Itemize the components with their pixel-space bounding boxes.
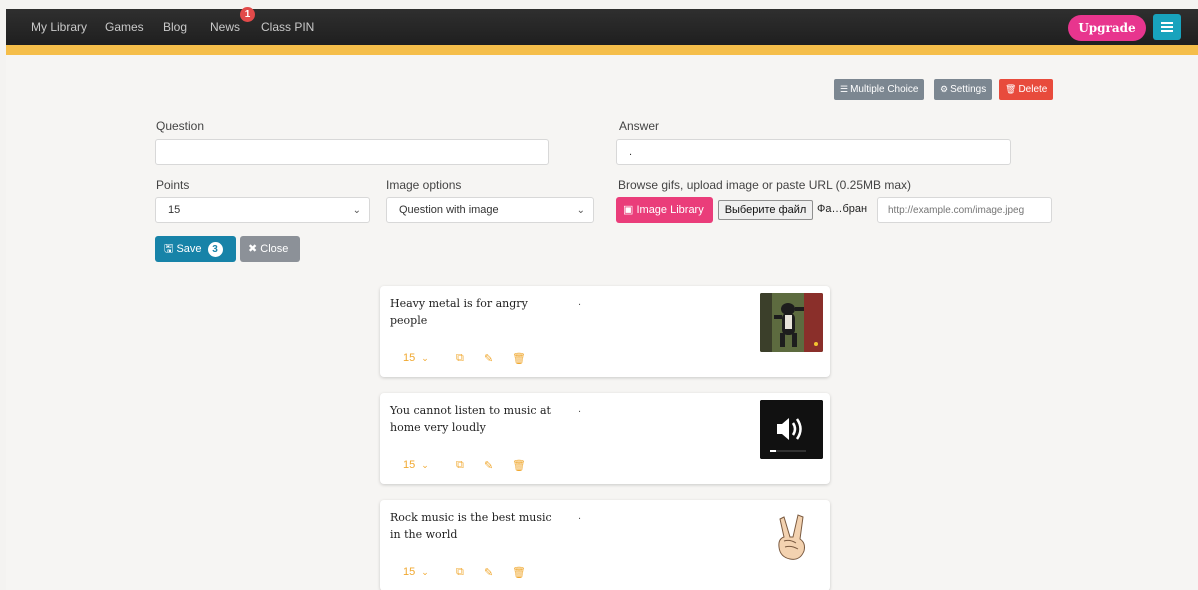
card-thumbnail-cartoon-cat (760, 293, 823, 352)
speaker-volume-icon (760, 400, 823, 459)
duplicate-icon[interactable]: ⧉ (456, 566, 464, 579)
card-answer-text: . (578, 403, 582, 415)
close-icon: ✖ (248, 243, 258, 255)
list-icon: ☰ (840, 84, 849, 94)
cartoon-cat-image (760, 293, 823, 352)
image-options-selected-value: Question with image (399, 204, 499, 216)
nav-news[interactable]: News (210, 20, 240, 34)
delete-button[interactable]: 🗑 Delete (999, 79, 1054, 100)
chevron-down-icon: ⌄ (421, 353, 429, 363)
settings-button[interactable]: ⚙ Settings (934, 79, 993, 100)
page: My Library Games Blog News 1 Class PIN U… (6, 7, 1198, 590)
news-notification-badge: 1 (240, 7, 255, 22)
trash-icon[interactable]: 🗑 (512, 352, 526, 365)
nav-blog[interactable]: Blog (163, 20, 187, 34)
trash-icon[interactable]: 🗑 (512, 459, 526, 472)
nav-my-library[interactable]: My Library (31, 20, 87, 34)
duplicate-icon[interactable]: ⧉ (456, 352, 464, 365)
card-points-dropdown[interactable]: 15 ⌄ (403, 352, 429, 364)
points-select[interactable]: 15 ⌄ (155, 197, 370, 223)
save-count-badge: 3 (207, 242, 223, 257)
card-points-dropdown[interactable]: 15 ⌄ (403, 459, 429, 471)
card-answer-text: . (578, 510, 582, 522)
card-thumbnail-rock-hand (760, 507, 823, 566)
card-question-text: You cannot listen to music at home very … (390, 404, 551, 434)
points-label: Points (156, 178, 190, 192)
menu-icon (1161, 22, 1173, 24)
edit-pencil-icon[interactable]: ✎ (484, 566, 493, 579)
gear-icon: ⚙ (940, 84, 949, 94)
trash-icon: 🗑 (1005, 84, 1017, 94)
image-icon: ▣ (623, 204, 634, 216)
card-points-dropdown[interactable]: 15 ⌄ (403, 566, 429, 578)
question-card[interactable]: Rock music is the best music in the worl… (380, 500, 830, 590)
card-question-text: Heavy metal is for angry people (390, 297, 528, 327)
save-button[interactable]: 🖫 Save 3 (155, 236, 236, 262)
save-icon: 🖫 (164, 243, 174, 255)
image-library-button[interactable]: ▣ Image Library (616, 197, 713, 223)
top-navbar: My Library Games Blog News 1 Class PIN U… (6, 7, 1198, 45)
close-button[interactable]: ✖ Close (240, 236, 300, 262)
hamburger-menu-button[interactable] (1153, 14, 1181, 40)
chevron-down-icon: ⌄ (352, 205, 361, 216)
trash-icon[interactable]: 🗑 (512, 566, 526, 579)
image-options-select[interactable]: Question with image ⌄ (386, 197, 594, 223)
chevron-down-icon: ⌄ (576, 205, 585, 216)
card-thumbnail-speaker (760, 400, 823, 459)
duplicate-icon[interactable]: ⧉ (456, 459, 464, 472)
nav-games[interactable]: Games (105, 20, 144, 34)
question-label: Question (156, 119, 205, 133)
browse-images-label: Browse gifs, upload image or paste URL (… (618, 178, 912, 192)
card-question-text: Rock music is the best music in the worl… (390, 511, 552, 541)
question-card[interactable]: Heavy metal is for angry people . 15 ⌄ ⧉ … (380, 286, 830, 377)
answer-input[interactable]: . (616, 139, 1011, 165)
chevron-down-icon: ⌄ (421, 460, 429, 470)
question-input[interactable] (155, 139, 549, 165)
upgrade-button[interactable]: Upgrade (1068, 15, 1146, 41)
edit-pencil-icon[interactable]: ✎ (484, 459, 493, 472)
answer-label: Answer (619, 119, 660, 133)
accent-stripe (6, 45, 1198, 55)
card-answer-text: . (578, 296, 582, 308)
chosen-file-name: Фа…бран (817, 203, 868, 215)
rock-hand-icon (760, 507, 823, 566)
choose-file-button[interactable]: Выберите файл (718, 200, 813, 220)
nav-class-pin[interactable]: Class PIN (261, 20, 314, 34)
multiple-choice-button[interactable]: ☰ Multiple Choice (834, 79, 925, 100)
image-options-label: Image options (386, 178, 462, 192)
edit-pencil-icon[interactable]: ✎ (484, 352, 493, 365)
question-card[interactable]: You cannot listen to music at home very … (380, 393, 830, 484)
image-url-input[interactable] (877, 197, 1052, 223)
points-selected-value: 15 (168, 204, 181, 216)
chevron-down-icon: ⌄ (421, 567, 429, 577)
